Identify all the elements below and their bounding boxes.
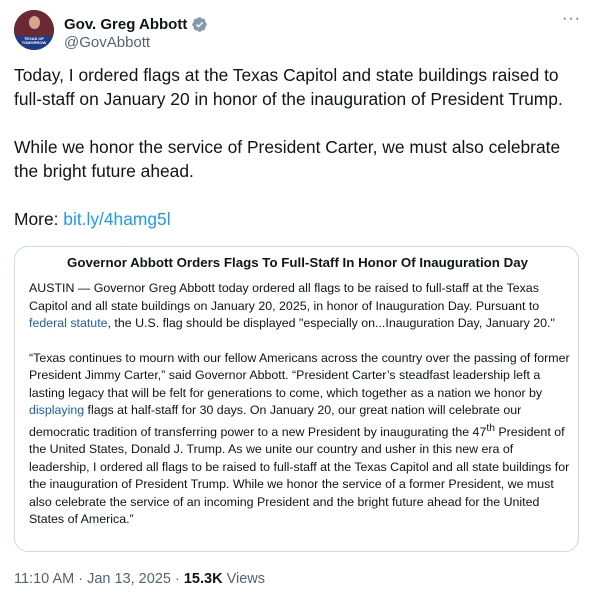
card-body: AUSTIN — Governor Greg Abbott today orde… [29, 280, 574, 529]
federal-statute-link[interactable]: federal statute [29, 316, 108, 330]
views-label: Views [222, 571, 265, 587]
card-paragraph-1: AUSTIN — Governor Greg Abbott today orde… [29, 280, 574, 333]
views-count: 15.3K [183, 571, 223, 587]
displaying-link[interactable]: displaying [29, 403, 84, 417]
card-p2-text-a: “Texas continues to mourn with our fello… [29, 350, 570, 400]
card-paragraph-2: “Texas continues to mourn with our fello… [29, 350, 574, 529]
avatar[interactable]: TEXAS OF TOMORROW [14, 10, 54, 50]
author-name[interactable]: Gov. Greg Abbott [64, 16, 187, 33]
post-time[interactable]: 11:10 AM [14, 571, 74, 587]
footer-separator: · [74, 571, 88, 587]
quoted-card[interactable]: Governor Abbott Orders Flags To Full-Sta… [14, 246, 579, 552]
avatar-head [29, 16, 40, 29]
author-name-row[interactable]: Gov. Greg Abbott [64, 14, 208, 34]
tweet-footer: 11:10 AM · Jan 13, 2025 · 15.3K Views [14, 571, 265, 587]
more-options-icon[interactable]: ··· [562, 10, 581, 28]
tweet-more-line: More: bit.ly/4hamg5l [14, 207, 584, 231]
post-date[interactable]: Jan 13, 2025 [87, 571, 171, 587]
card-p2-sup: th [486, 422, 495, 434]
footer-separator: · [170, 571, 184, 587]
more-prefix: More: [14, 209, 64, 229]
avatar-logo-text: TEXAS OF TOMORROW [21, 36, 47, 45]
card-title: Governor Abbott Orders Flags To Full-Sta… [67, 255, 528, 270]
author-handle[interactable]: @GovAbbott [64, 34, 150, 51]
tweet-header: TEXAS OF TOMORROW Gov. Greg Abbott @GovA… [14, 10, 585, 55]
card-p2-text-b: flags at half-staff for 30 days. On Janu… [29, 403, 522, 439]
card-p1-text-a: AUSTIN — Governor Greg Abbott today orde… [29, 281, 540, 313]
tweet-link[interactable]: bit.ly/4hamg5l [63, 209, 170, 229]
verified-badge-icon[interactable] [191, 16, 208, 33]
tweet-paragraph-1: Today, I ordered flags at the Texas Capi… [14, 65, 563, 109]
tweet-paragraph-2: While we honor the service of President … [14, 137, 561, 181]
card-p1-text-b: , the U.S. flag should be displayed "esp… [107, 316, 555, 330]
card-p2-text-c: President of the United States, Donald J… [29, 424, 570, 527]
